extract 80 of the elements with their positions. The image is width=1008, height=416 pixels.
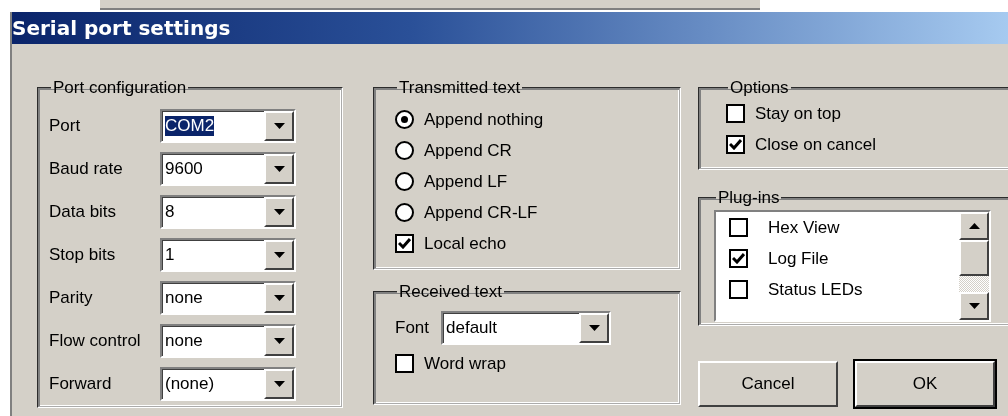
dropdown-field[interactable]: (none): [160, 366, 296, 401]
group-label: Received text: [398, 282, 503, 302]
dropdown-button[interactable]: [264, 110, 294, 141]
field-label: Forward: [49, 373, 113, 394]
scroll-thumb[interactable]: [959, 240, 989, 276]
checkbox[interactable]: [395, 234, 414, 253]
dropdown-field[interactable]: 1: [160, 237, 296, 272]
dropdown-field[interactable]: none: [160, 280, 296, 315]
cancel-button[interactable]: Cancel: [698, 361, 838, 407]
radio-label: Append nothing: [424, 109, 544, 130]
dropdown-field[interactable]: 9600: [160, 151, 296, 186]
dropdown-button[interactable]: [264, 196, 294, 227]
field-value: 9600: [165, 158, 203, 179]
field-value: none: [165, 287, 203, 308]
radio-button[interactable]: [395, 172, 414, 191]
radio-button[interactable]: [395, 110, 414, 129]
checkbox-label: Close on cancel: [755, 134, 876, 155]
field-value: none: [165, 330, 203, 351]
plugin-list[interactable]: Hex View Log File Status LEDs: [714, 210, 991, 322]
checkbox[interactable]: [729, 218, 748, 237]
dropdown-button[interactable]: [264, 153, 294, 184]
caret-icon: [273, 251, 285, 258]
field-label: Font: [395, 318, 430, 338]
field-label: Parity: [49, 287, 94, 308]
checkbox-label: Word wrap: [424, 353, 506, 374]
caret-icon: [273, 208, 285, 215]
caret-icon: [273, 122, 285, 129]
tick-icon: [729, 139, 742, 150]
field-label: Flow control: [49, 330, 142, 351]
dropdown-button[interactable]: [264, 325, 294, 356]
scrollbar[interactable]: [959, 212, 989, 320]
dropdown-button[interactable]: [264, 239, 294, 270]
ok-button[interactable]: OK: [855, 361, 995, 407]
dropdown-button[interactable]: [579, 313, 610, 343]
checkbox-label: Status LEDs: [768, 279, 863, 300]
field-label: Data bits: [49, 201, 118, 222]
checkbox[interactable]: [729, 280, 748, 299]
radio-button[interactable]: [395, 141, 414, 160]
dropdown-field[interactable]: default: [441, 311, 612, 345]
checkbox[interactable]: [726, 135, 745, 154]
checkbox[interactable]: [726, 104, 745, 123]
tick-icon: [398, 238, 411, 249]
scroll-down-button[interactable]: [959, 292, 989, 320]
radio-label: Append CR-LF: [424, 202, 538, 223]
dropdown-field[interactable]: 8: [160, 194, 296, 229]
field-label: Stop bits: [49, 244, 117, 265]
field-value: COM2: [165, 115, 215, 136]
group-label: Plug-ins: [717, 188, 781, 208]
field-value: (none): [165, 373, 215, 394]
dropdown-button[interactable]: [264, 282, 294, 313]
caret-up-icon: [968, 223, 980, 229]
caret-icon: [588, 325, 600, 331]
caret-icon: [273, 380, 285, 387]
checkbox-label: Stay on top: [755, 103, 841, 124]
dropdown-button[interactable]: [264, 368, 294, 399]
checkbox-label: Hex View: [768, 217, 840, 238]
scroll-up-button[interactable]: [959, 212, 989, 240]
checkbox[interactable]: [729, 249, 748, 268]
radio-label: Append CR: [424, 140, 512, 161]
checkbox-label: Log File: [768, 248, 829, 269]
caret-icon: [273, 337, 285, 344]
dropdown-field[interactable]: none: [160, 323, 296, 358]
caret-icon: [273, 294, 285, 301]
group-label: Transmitted text: [398, 78, 522, 98]
field-value: 8: [165, 201, 175, 222]
group-label: Options: [729, 78, 790, 98]
radio-button[interactable]: [395, 203, 414, 222]
tick-icon: [732, 253, 745, 264]
field-label: Port: [49, 115, 82, 136]
field-value: 1: [165, 244, 175, 265]
field-label: Baud rate: [49, 158, 124, 179]
field-value: default: [446, 318, 498, 338]
checkbox[interactable]: [395, 354, 414, 373]
caret-icon: [273, 165, 285, 172]
radio-label: Append LF: [424, 171, 508, 192]
dropdown-field[interactable]: COM2: [160, 108, 296, 143]
checkbox-label: Local echo: [424, 233, 507, 254]
caret-icon: [968, 303, 980, 309]
group-label: Port configuration: [52, 78, 188, 98]
window-title: Serial port settings: [12, 16, 231, 40]
